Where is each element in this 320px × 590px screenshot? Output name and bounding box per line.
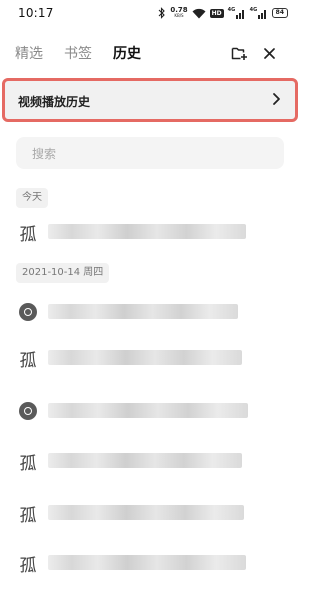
history-row[interactable]: 孤 [0,443,300,479]
search-placeholder: 搜索 [32,147,57,161]
close-button[interactable] [254,38,284,68]
battery-icon: 84 [271,8,288,18]
signal-icon-1: 4G [228,7,246,19]
status-time: 10:17 [18,6,54,20]
video-history-row[interactable]: 视频播放历史 [2,78,298,122]
blurred-title [48,453,242,468]
site-icon: 孤 [19,350,37,371]
blurred-title [48,555,246,570]
add-folder-button[interactable] [224,38,254,68]
blurred-title [48,350,242,365]
hd-voice-badge: HD [209,8,224,18]
history-tabs: 精选 书签 历史 [0,38,300,68]
site-icon: 孤 [19,555,37,576]
history-row[interactable] [0,294,300,330]
site-globe-icon [17,301,39,323]
status-bar: 10:17 0.78 KB/S HD 4G 4G 84 [0,0,300,26]
tab-featured[interactable]: 精选 [15,43,43,63]
signal-icon-2: 4G [250,7,268,19]
status-icons: 0.78 KB/S HD 4G 4G 84 [158,5,288,21]
add-folder-icon [231,47,247,60]
site-icon: 孤 [19,505,37,526]
search-input[interactable]: 搜索 [16,137,284,169]
date-group-2021-10-14: 2021-10-14 周四 [16,263,110,283]
close-icon [263,47,275,59]
network-speed: 0.78 KB/S [170,6,188,19]
blurred-title [48,224,246,239]
blurred-title [48,304,238,319]
history-row[interactable]: 孤 [0,495,300,531]
site-icon: 孤 [19,453,37,474]
wifi-icon [192,8,206,18]
video-history-label: 视频播放历史 [18,95,91,109]
site-globe-icon [17,400,39,422]
history-row[interactable]: 孤 [0,214,300,250]
date-group-today: 今天 [16,188,48,208]
blurred-title [48,505,244,520]
blurred-title [48,403,248,418]
bluetooth-icon [158,7,166,19]
tab-bookmarks[interactable]: 书签 [64,43,92,63]
history-row[interactable]: 孤 [0,545,300,581]
chevron-right-icon [273,93,280,105]
site-icon: 孤 [19,224,37,245]
tab-history[interactable]: 历史 [113,43,141,63]
history-row[interactable]: 孤 [0,340,300,376]
history-row[interactable] [0,393,300,429]
